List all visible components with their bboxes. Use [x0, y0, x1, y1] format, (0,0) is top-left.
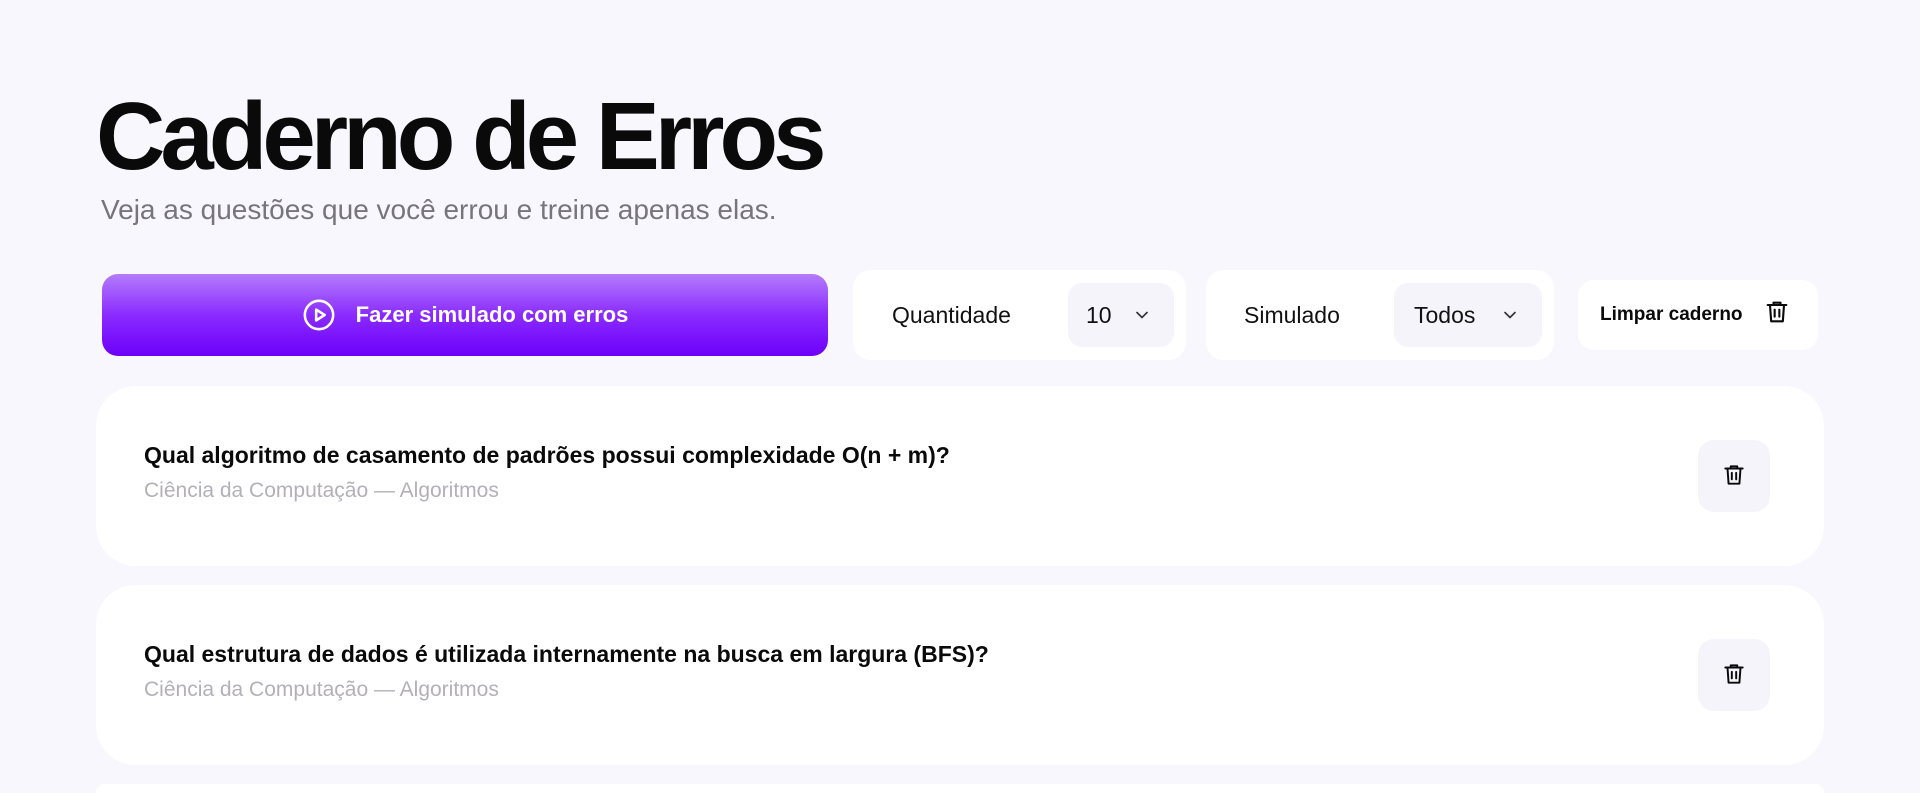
trash-icon [1721, 661, 1747, 690]
question-category: Ciência da Computação — Algoritmos [144, 678, 499, 701]
chevron-down-icon [1132, 305, 1152, 325]
exam-select[interactable]: Todos [1394, 283, 1542, 347]
clear-notebook-button[interactable]: Limpar caderno [1578, 280, 1818, 350]
chevron-down-icon [1500, 305, 1520, 325]
page: Caderno de Erros Veja as questões que vo… [0, 0, 1920, 793]
toolbar: Fazer simulado com erros Quantidade 10 S… [0, 270, 1920, 362]
question-category: Ciência da Computação — Algoritmos [144, 479, 499, 502]
quantity-select[interactable]: 10 [1068, 283, 1174, 347]
question-card[interactable] [96, 784, 1824, 793]
exam-value: Todos [1414, 301, 1476, 328]
quantity-label: Quantidade [892, 302, 1011, 328]
quantity-filter: Quantidade 10 [853, 270, 1186, 360]
question-card[interactable]: Qual estrutura de dados é utilizada inte… [96, 585, 1824, 765]
question-text: Qual estrutura de dados é utilizada inte… [144, 641, 989, 667]
simulate-errors-label: Fazer simulado com erros [355, 302, 629, 327]
delete-question-button[interactable] [1698, 639, 1770, 711]
page-subtitle: Veja as questões que você errou e treine… [101, 194, 777, 225]
exam-label: Simulado [1244, 302, 1340, 328]
clear-notebook-label: Limpar caderno [1600, 304, 1743, 325]
delete-question-button[interactable] [1698, 440, 1770, 512]
simulate-errors-button[interactable]: Fazer simulado com erros [102, 274, 828, 356]
exam-filter: Simulado Todos [1206, 270, 1554, 360]
question-text: Qual algoritmo de casamento de padrões p… [144, 442, 950, 468]
trash-icon [1763, 298, 1791, 332]
question-card[interactable]: Qual algoritmo de casamento de padrões p… [96, 386, 1824, 566]
play-circle-icon [302, 298, 336, 332]
trash-icon [1721, 462, 1747, 491]
quantity-value: 10 [1086, 301, 1112, 328]
page-title: Caderno de Erros [96, 83, 827, 190]
